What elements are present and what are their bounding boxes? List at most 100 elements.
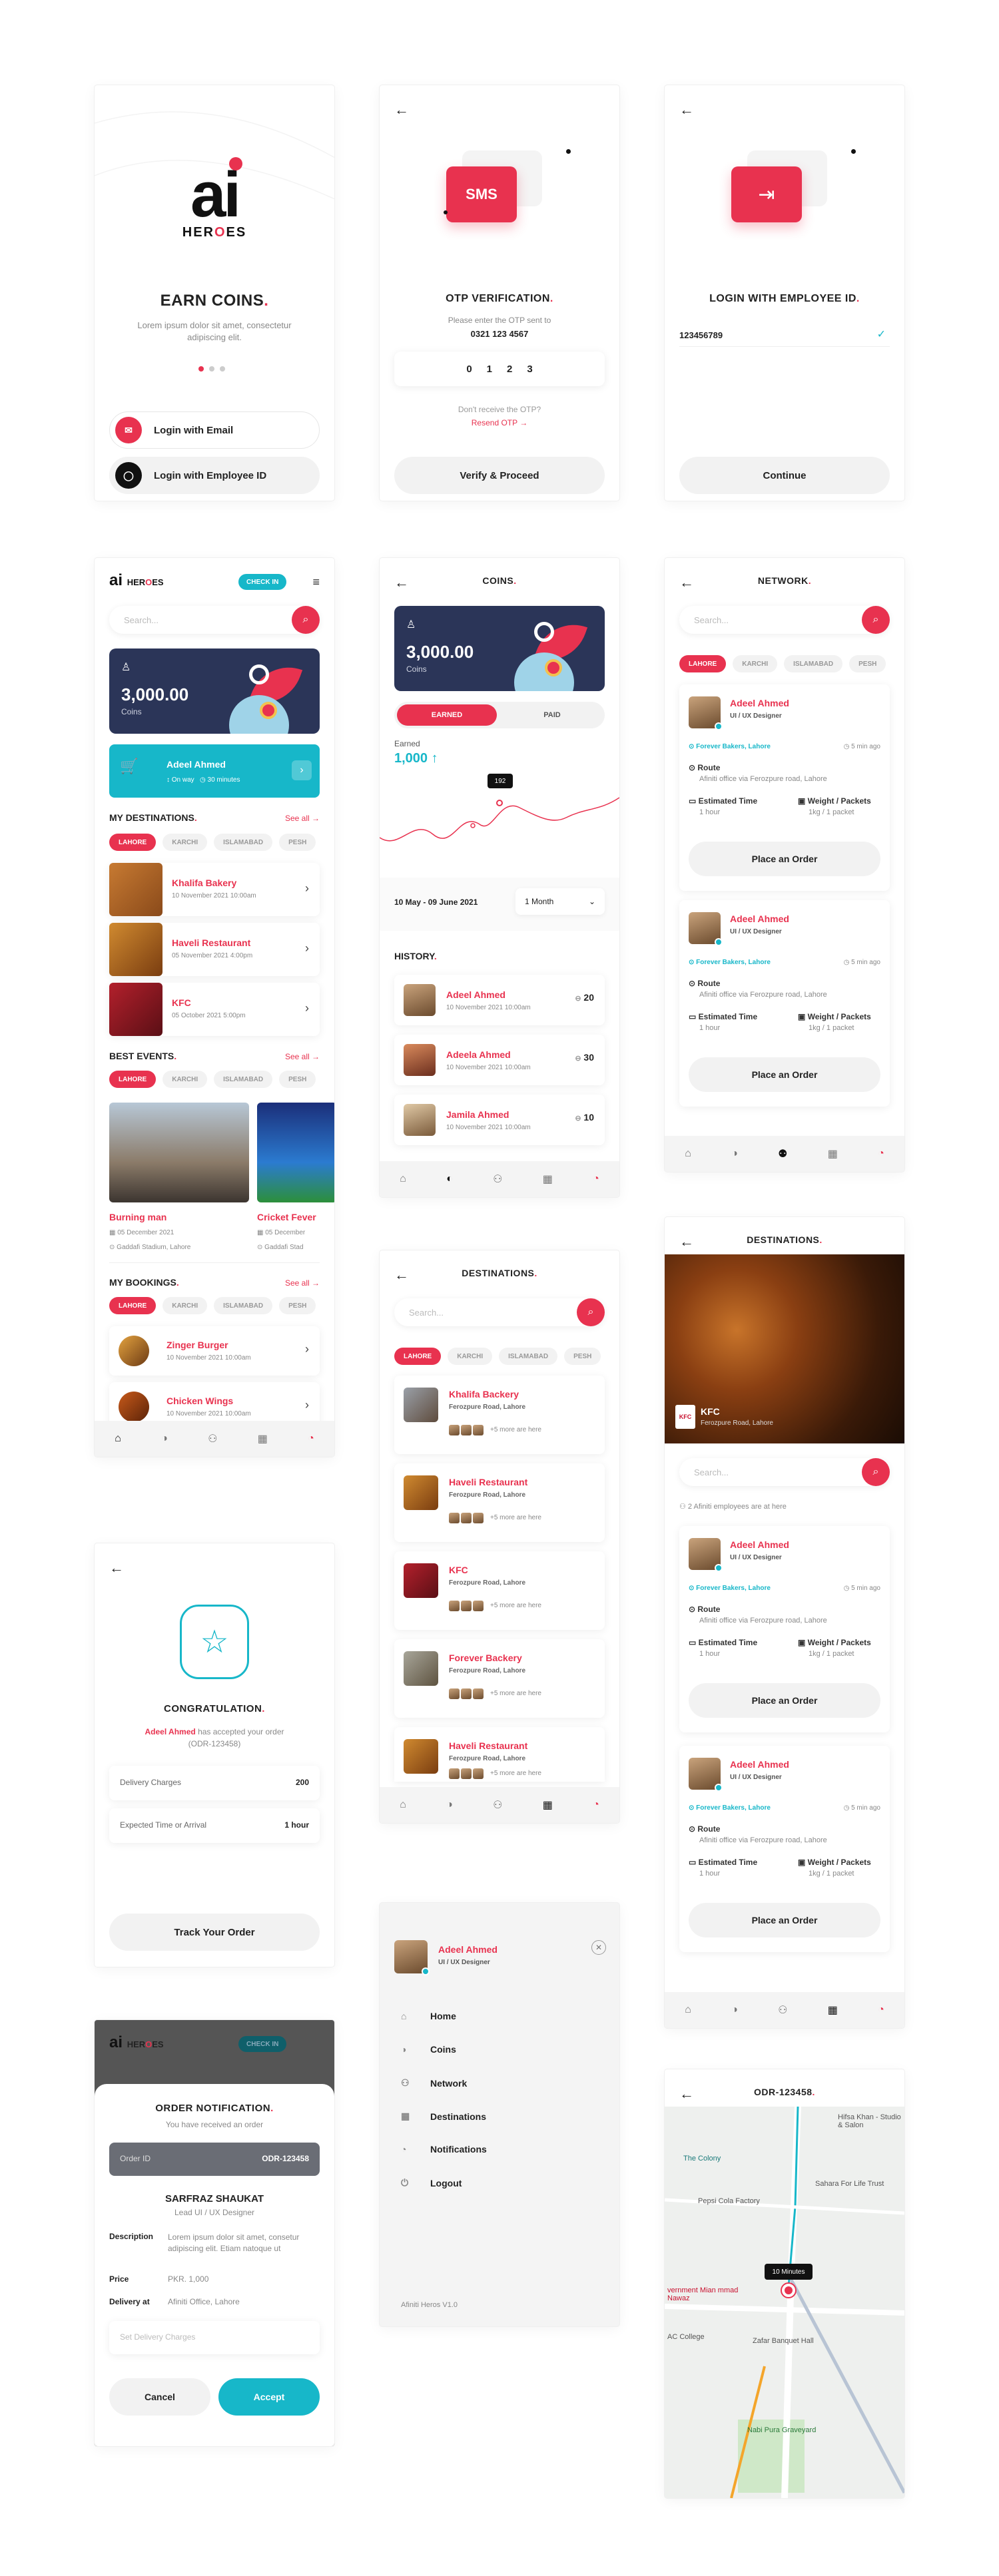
- destination-card[interactable]: Khalifa Backery Ferozpure Road, Lahore +5 …: [394, 1376, 605, 1454]
- network-icon[interactable]: ⚇: [778, 2003, 787, 2017]
- chip-pesh[interactable]: PESH: [564, 1348, 601, 1365]
- chip-islamabad[interactable]: ISLAMABAD: [499, 1348, 558, 1365]
- chip-islamabad[interactable]: ISLAMABAD: [214, 1297, 273, 1314]
- drawer-item-notifications[interactable]: ◔ Notifications: [401, 2144, 487, 2155]
- home-icon[interactable]: ⌂: [115, 1433, 121, 1445]
- search-input[interactable]: Search... ⌕: [679, 606, 890, 634]
- location-pin-icon[interactable]: [782, 2284, 795, 2297]
- close-icon[interactable]: ✕: [591, 1940, 606, 1955]
- event-name[interactable]: Cricket Fever: [257, 1212, 316, 1222]
- grid-icon[interactable]: ▦: [543, 1172, 553, 1186]
- login-email-button[interactable]: ✉ Login with Email: [109, 411, 320, 449]
- history-row[interactable]: Adeel Ahmed 10 November 2021 10:00am ⊖ 20: [394, 975, 605, 1025]
- continue-button[interactable]: Continue: [679, 457, 890, 494]
- notifications-icon[interactable]: ◔: [593, 1173, 599, 1185]
- grid-icon[interactable]: ▦: [543, 1798, 553, 1812]
- period-select[interactable]: 1 Month ⌄: [515, 888, 605, 915]
- delivery-charges-input[interactable]: Set Delivery Charges: [109, 2321, 320, 2354]
- check-in-button[interactable]: CHECK IN: [238, 574, 287, 590]
- grid-icon[interactable]: ▦: [828, 2003, 838, 2017]
- chip-islamabad[interactable]: ISLAMABAD: [214, 834, 273, 851]
- see-all-destinations[interactable]: See all →: [285, 814, 320, 823]
- search-icon[interactable]: ⌕: [577, 1298, 605, 1326]
- place-order-button[interactable]: Place an Order: [689, 1057, 880, 1092]
- coins-card[interactable]: ♙ 3,000.00 Coins: [109, 648, 320, 734]
- delivery-card[interactable]: 🛒 Adeel Ahmed ↕ On way ◷ 30 minutes ›: [109, 744, 320, 798]
- network-icon[interactable]: ⚇: [493, 1172, 502, 1186]
- chip-pesh[interactable]: PESH: [279, 834, 316, 851]
- destination-item[interactable]: Haveli Restaurant 05 November 2021 4:00pm…: [109, 923, 320, 976]
- chip-lahore[interactable]: LAHORE: [109, 1297, 157, 1314]
- search-icon[interactable]: ⌕: [862, 606, 890, 634]
- track-order-button[interactable]: Track Your Order: [109, 1914, 320, 1951]
- search-input[interactable]: Search... ⌕: [109, 606, 320, 634]
- notifications-icon[interactable]: ◔: [593, 1799, 599, 1811]
- chip-karchi[interactable]: KARCHI: [163, 834, 208, 851]
- drawer-item-logout[interactable]: ⏻ Logout: [401, 2177, 462, 2189]
- coins-icon[interactable]: ◐: [446, 1173, 453, 1185]
- notifications-icon[interactable]: ◔: [878, 1148, 884, 1160]
- destination-card[interactable]: Haveli Restaurant Ferozpure Road, Lahore +…: [394, 1463, 605, 1542]
- booking-item[interactable]: Zinger Burger 10 November 2021 10:00am ›: [109, 1326, 320, 1376]
- tab-earned[interactable]: EARNED: [397, 704, 497, 726]
- chip-lahore[interactable]: LAHORE: [394, 1348, 442, 1365]
- back-arrow-icon[interactable]: ←: [394, 101, 409, 119]
- accept-button[interactable]: Accept: [218, 2378, 320, 2416]
- place-order-button[interactable]: Place an Order: [689, 1683, 880, 1718]
- map-view[interactable]: 10 Minutes The Colony Pepsi Cola Factory…: [665, 2107, 904, 2498]
- home-icon[interactable]: ⌂: [685, 1148, 691, 1160]
- verify-button[interactable]: Verify & Proceed: [394, 457, 605, 494]
- home-icon[interactable]: ⌂: [685, 2004, 691, 2016]
- drawer-user-name[interactable]: Adeel Ahmed: [438, 1944, 498, 1955]
- see-all-events[interactable]: See all →: [285, 1052, 320, 1061]
- search-input[interactable]: Search... ⌕: [394, 1298, 605, 1326]
- search-icon[interactable]: ⌕: [862, 1458, 890, 1486]
- back-arrow-icon[interactable]: ←: [109, 1559, 124, 1577]
- event-name[interactable]: Burning man: [109, 1212, 166, 1222]
- place-order-button[interactable]: Place an Order: [689, 842, 880, 876]
- chip-karchi[interactable]: KARCHI: [163, 1297, 208, 1314]
- grid-icon[interactable]: ▦: [258, 1432, 268, 1445]
- destination-card[interactable]: Haveli Restaurant Ferozpure Road, Lahore +…: [394, 1727, 605, 1782]
- destination-card[interactable]: Forever Backery Ferozpure Road, Lahore +5 …: [394, 1639, 605, 1718]
- coins-icon[interactable]: ◑: [446, 1799, 453, 1811]
- chip-lahore[interactable]: LAHORE: [679, 655, 727, 672]
- chip-lahore[interactable]: LAHORE: [109, 1071, 157, 1088]
- home-icon[interactable]: ⌂: [400, 1173, 406, 1185]
- chip-lahore[interactable]: LAHORE: [109, 834, 157, 851]
- tab-paid[interactable]: PAID: [502, 704, 602, 726]
- coins-icon[interactable]: ◑: [161, 1433, 168, 1445]
- coins-icon[interactable]: ◑: [731, 2004, 738, 2016]
- drawer-item-coins[interactable]: ◑ Coins: [401, 2044, 456, 2055]
- destination-card[interactable]: KFC Ferozpure Road, Lahore +5 more are her…: [394, 1551, 605, 1630]
- event-image[interactable]: [257, 1103, 334, 1202]
- notifications-icon[interactable]: ◔: [878, 2004, 884, 2016]
- place-order-button[interactable]: Place an Order: [689, 1903, 880, 1937]
- chip-pesh[interactable]: PESH: [279, 1071, 316, 1088]
- chip-karchi[interactable]: KARCHI: [733, 655, 778, 672]
- chip-karchi[interactable]: KARCHI: [448, 1348, 493, 1365]
- home-icon[interactable]: ⌂: [400, 1799, 406, 1811]
- chevron-right-icon[interactable]: ›: [292, 760, 312, 780]
- resend-otp-link[interactable]: Resend OTP →: [380, 418, 619, 427]
- cancel-button[interactable]: Cancel: [109, 2378, 210, 2416]
- chip-islamabad[interactable]: ISLAMABAD: [214, 1071, 273, 1088]
- history-row[interactable]: Jamila Ahmed 10 November 2021 10:00am ⊖ 10: [394, 1095, 605, 1145]
- login-employee-button[interactable]: ◯ Login with Employee ID: [109, 457, 320, 494]
- otp-input[interactable]: 0123: [394, 352, 605, 386]
- network-icon[interactable]: ⚇: [493, 1798, 502, 1812]
- notifications-icon[interactable]: ◔: [308, 1433, 314, 1445]
- coins-icon[interactable]: ◑: [731, 1148, 738, 1160]
- chip-karchi[interactable]: KARCHI: [163, 1071, 208, 1088]
- menu-icon[interactable]: ≡: [312, 575, 320, 589]
- destination-item[interactable]: KFC 05 October 2021 5:00pm ›: [109, 983, 320, 1036]
- back-arrow-icon[interactable]: ←: [679, 101, 694, 119]
- chip-islamabad[interactable]: ISLAMABAD: [784, 655, 843, 672]
- search-input[interactable]: Search... ⌕: [679, 1458, 890, 1486]
- destination-item[interactable]: Khalifa Bakery 10 November 2021 10:00am ›: [109, 863, 320, 916]
- drawer-item-destinations[interactable]: ▦ Destinations: [401, 2111, 486, 2122]
- network-icon[interactable]: ⚇: [208, 1432, 217, 1445]
- see-all-bookings[interactable]: See all →: [285, 1278, 320, 1288]
- network-icon[interactable]: ⚉: [778, 1147, 787, 1160]
- chip-pesh[interactable]: PESH: [279, 1297, 316, 1314]
